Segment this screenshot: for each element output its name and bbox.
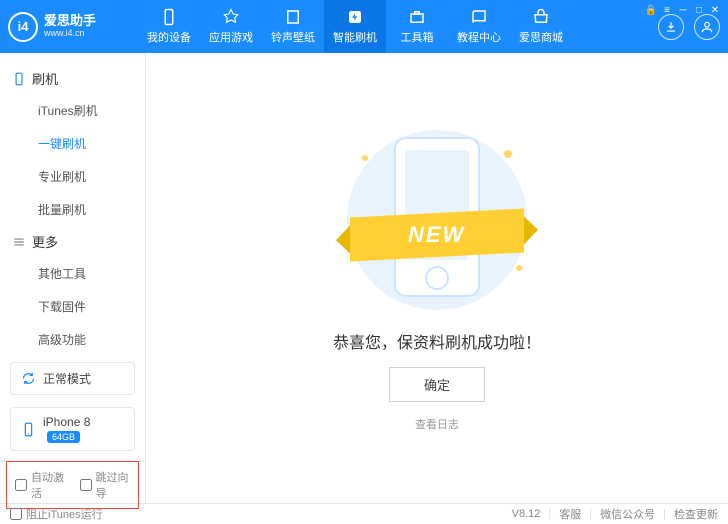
minimize-button[interactable]: ─ (676, 4, 690, 16)
lock-icon[interactable]: 🔒 (644, 4, 658, 16)
view-log-link[interactable]: 查看日志 (415, 416, 459, 432)
header: i4 爱思助手 www.i4.cn 我的设备 应用游戏 铃声壁纸 智能刷机 工具… (0, 0, 728, 53)
version-label: V8.12 (512, 508, 541, 520)
new-ribbon: NEW (350, 208, 524, 261)
sidebar-item-advanced[interactable]: 高级功能 (0, 323, 145, 356)
nav-flash[interactable]: 智能刷机 (324, 0, 386, 53)
nav-toolbox[interactable]: 工具箱 (386, 0, 448, 53)
sidebar-group-more[interactable]: 更多 (0, 226, 145, 257)
sidebar-item-batch-flash[interactable]: 批量刷机 (0, 193, 145, 226)
logo-icon: i4 (8, 12, 38, 42)
main-content: NEW 恭喜您，保资料刷机成功啦！ 确定 查看日志 (146, 53, 728, 503)
options-box: 自动激活 跳过向导 (6, 461, 139, 509)
service-link[interactable]: 客服 (559, 506, 581, 522)
top-nav: 我的设备 应用游戏 铃声壁纸 智能刷机 工具箱 教程中心 爱思商城 (138, 0, 652, 53)
nav-ringtones[interactable]: 铃声壁纸 (262, 0, 324, 53)
nav-my-device[interactable]: 我的设备 (138, 0, 200, 53)
menu-icon[interactable]: ≡ (660, 4, 674, 16)
device-card[interactable]: iPhone 8 64GB (10, 407, 135, 451)
phone-icon (12, 72, 26, 86)
sidebar-group-flash[interactable]: 刷机 (0, 63, 145, 94)
sidebar-item-download-firmware[interactable]: 下载固件 (0, 290, 145, 323)
skip-guide-checkbox[interactable]: 跳过向导 (80, 469, 131, 501)
nav-tutorials[interactable]: 教程中心 (448, 0, 510, 53)
sidebar-item-itunes-flash[interactable]: iTunes刷机 (0, 94, 145, 127)
app-url: www.i4.cn (44, 29, 96, 39)
storage-badge: 64GB (47, 431, 80, 443)
wechat-link[interactable]: 微信公众号 (600, 506, 655, 522)
sidebar-item-onekey-flash[interactable]: 一键刷机 (0, 127, 145, 160)
auto-activate-checkbox[interactable]: 自动激活 (15, 469, 66, 501)
app-logo: i4 爱思助手 www.i4.cn (8, 12, 138, 42)
user-button[interactable] (694, 14, 720, 40)
phone-icon (21, 422, 36, 437)
close-button[interactable]: ✕ (708, 4, 722, 16)
success-illustration: NEW (332, 125, 542, 315)
sidebar: 刷机 iTunes刷机 一键刷机 专业刷机 批量刷机 更多 其他工具 下载固件 … (0, 53, 146, 503)
download-button[interactable] (658, 14, 684, 40)
menu-icon (12, 235, 26, 249)
ok-button[interactable]: 确定 (389, 367, 485, 402)
success-message: 恭喜您，保资料刷机成功啦！ (333, 329, 541, 353)
mode-card[interactable]: 正常模式 (10, 362, 135, 395)
block-itunes-checkbox[interactable]: 阻止iTunes运行 (10, 506, 103, 522)
check-update-link[interactable]: 检查更新 (674, 506, 718, 522)
maximize-button[interactable]: □ (692, 4, 706, 16)
device-name: iPhone 8 (43, 415, 90, 429)
app-name: 爱思助手 (44, 14, 96, 28)
nav-store[interactable]: 爱思商城 (510, 0, 572, 53)
sidebar-item-pro-flash[interactable]: 专业刷机 (0, 160, 145, 193)
refresh-icon (21, 371, 36, 386)
nav-apps[interactable]: 应用游戏 (200, 0, 262, 53)
sidebar-item-other-tools[interactable]: 其他工具 (0, 257, 145, 290)
